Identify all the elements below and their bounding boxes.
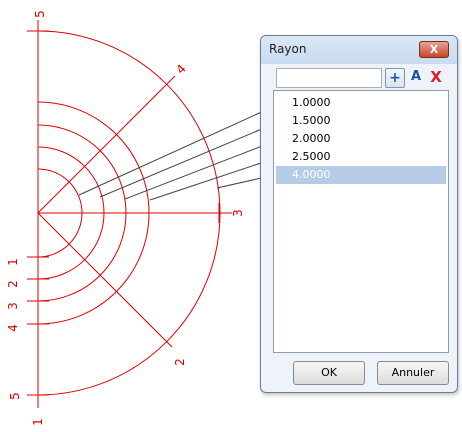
list-item[interactable]: 1.0000: [276, 94, 446, 112]
add-button[interactable]: +: [385, 68, 405, 88]
axis-label-bottom-end: 1: [31, 418, 45, 426]
close-icon: X: [429, 43, 439, 56]
delete-button[interactable]: X: [426, 68, 446, 88]
axis-label-bottom: 5: [8, 392, 22, 400]
dialog-client-area: + A X 1.0000 1.5000 2.0000 2.5000 4.0000…: [269, 66, 449, 385]
radius-marker-3: 3: [6, 302, 20, 310]
radius-marker-1: 1: [6, 258, 20, 266]
list-item-selected[interactable]: 4.0000: [276, 166, 446, 184]
cancel-button[interactable]: Annuler: [377, 361, 449, 385]
radius-marker-4: 4: [6, 324, 20, 332]
axis-label-horizontal: 3: [231, 209, 245, 217]
list-item[interactable]: 2.5000: [276, 148, 446, 166]
axis-label-top: 5: [33, 10, 47, 18]
radius-marker-2: 2: [6, 280, 20, 288]
dialog-titlebar[interactable]: Rayon X: [261, 36, 457, 64]
ok-button[interactable]: OK: [293, 361, 365, 385]
dialog-title: Rayon: [269, 42, 307, 56]
plus-icon: +: [389, 70, 401, 86]
radius-list[interactable]: 1.0000 1.5000 2.0000 2.5000 4.0000: [273, 90, 449, 353]
radius-input[interactable]: [276, 68, 382, 88]
letter-a-icon: A: [410, 69, 422, 84]
diagonal-upper-axis: [37, 75, 176, 214]
axis-label-diagonal-lower: 2: [173, 358, 187, 366]
close-button[interactable]: X: [419, 41, 449, 58]
axis-label-diagonal-upper: 4: [174, 62, 189, 77]
list-item[interactable]: 2.0000: [276, 130, 446, 148]
rayon-dialog: Rayon X + A X 1.0000 1.5000 2.0000 2.500…: [260, 35, 458, 393]
diagonal-lower-axis: [37, 212, 173, 348]
red-x-icon: X: [430, 68, 442, 86]
rename-button[interactable]: A: [406, 68, 426, 88]
leader-line-1: [78, 99, 289, 196]
list-item[interactable]: 1.5000: [276, 112, 446, 130]
